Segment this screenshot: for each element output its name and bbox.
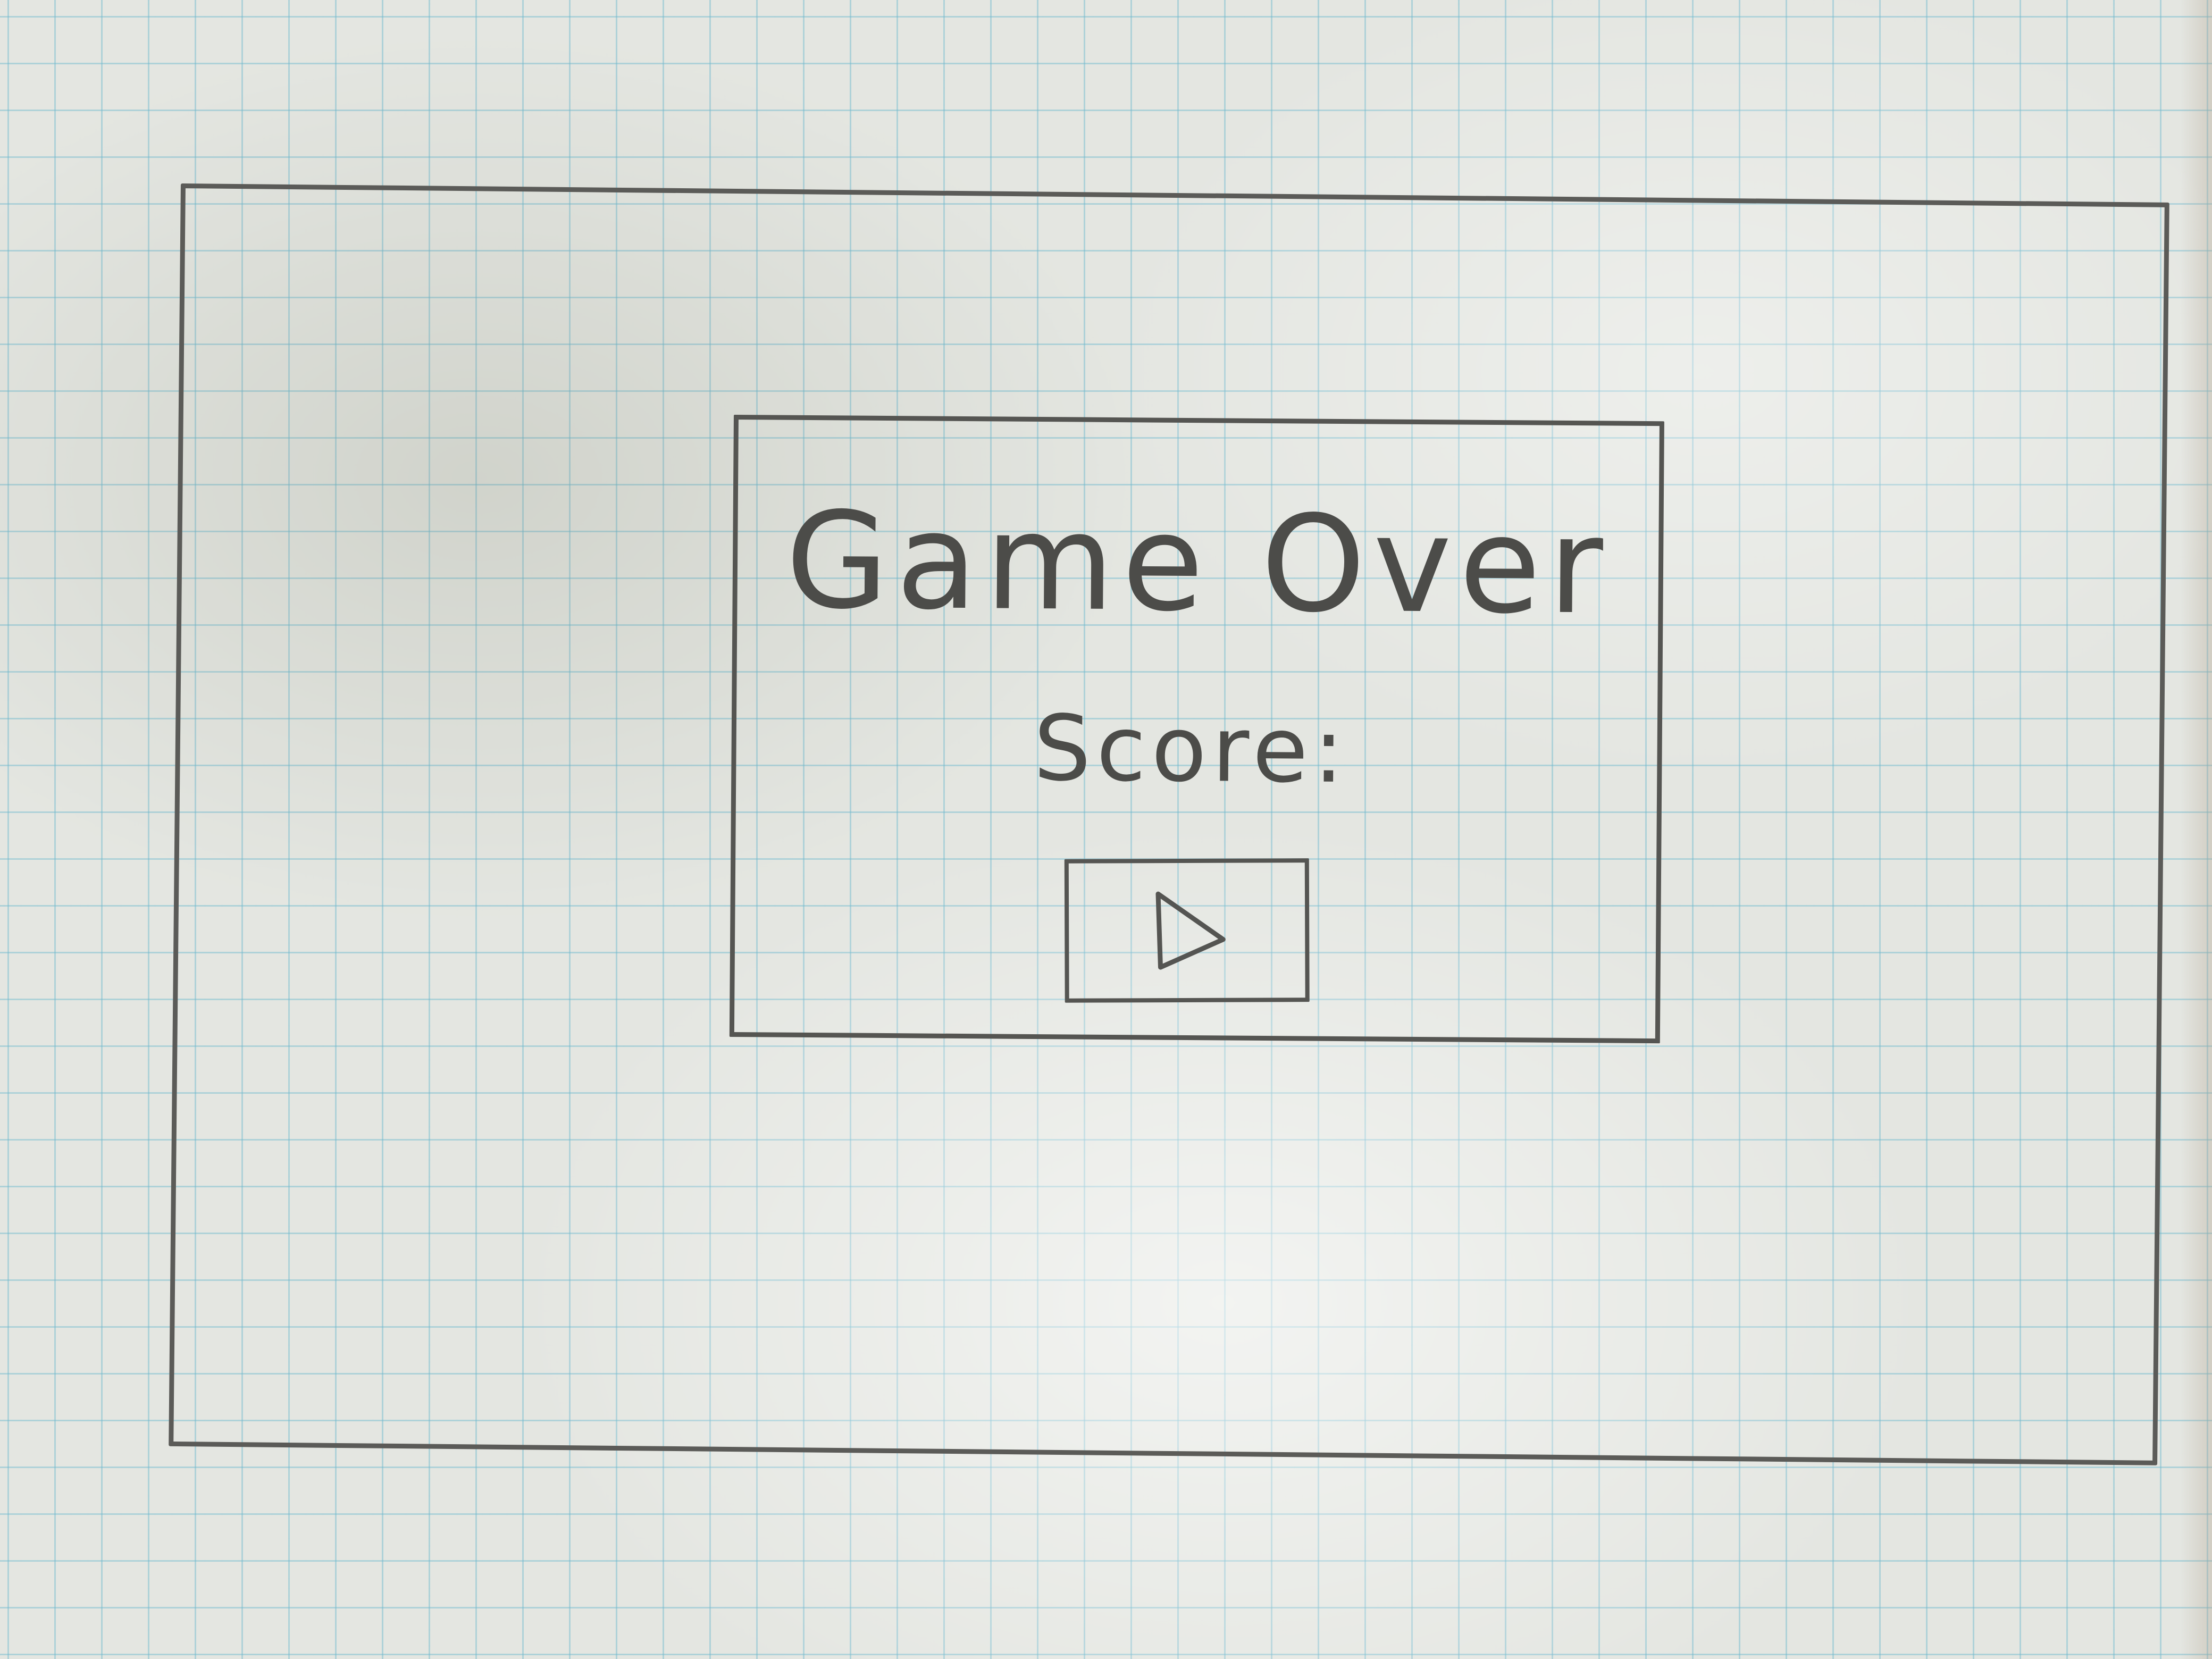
game-over-title: Game Over <box>785 483 1611 644</box>
play-again-button[interactable] <box>1064 858 1310 1003</box>
notebook-edge <box>2180 0 2212 1659</box>
play-icon <box>1155 891 1226 970</box>
game-over-dialog: Game Over Score: <box>729 415 1664 1044</box>
score-label: Score: <box>1033 696 1350 804</box>
score-row: Score: <box>736 696 1657 803</box>
